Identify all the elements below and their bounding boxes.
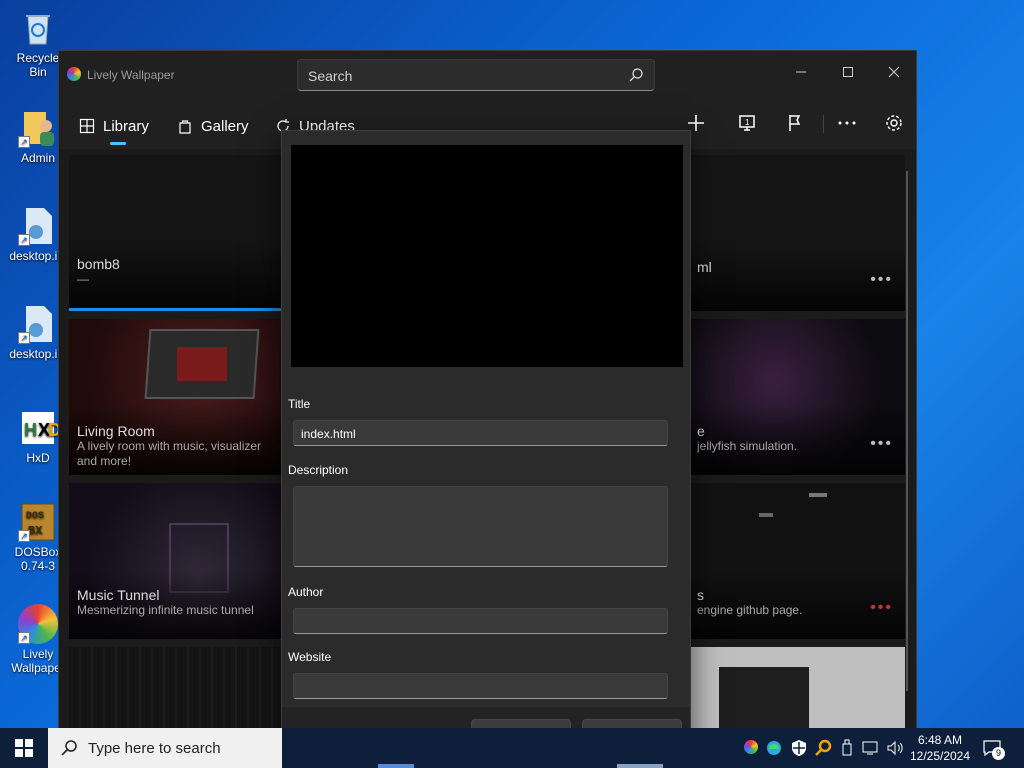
search-input[interactable]: Search bbox=[297, 59, 655, 91]
wallpaper-card[interactable]: e jellyfish simulation. ••• bbox=[689, 319, 905, 475]
description-label: Description bbox=[288, 463, 349, 477]
taskbar-search-placeholder: Type here to search bbox=[88, 740, 221, 757]
search-icon[interactable] bbox=[628, 67, 644, 83]
more-icon[interactable]: ••• bbox=[870, 599, 893, 617]
title-label: Title bbox=[288, 397, 311, 411]
search-placeholder: Search bbox=[308, 68, 353, 84]
more-icon[interactable] bbox=[835, 111, 859, 135]
card-description bbox=[697, 275, 899, 305]
card-description: jellyfish simulation. bbox=[697, 439, 798, 453]
settings-file-icon: ↗ bbox=[18, 206, 58, 246]
search-tool-icon[interactable] bbox=[814, 739, 832, 757]
wallpaper-card[interactable]: ml ••• bbox=[689, 155, 905, 311]
edge-icon[interactable] bbox=[766, 740, 782, 756]
website-field[interactable] bbox=[293, 673, 668, 699]
window-title: Lively Wallpaper bbox=[87, 68, 175, 82]
wallpaper-card[interactable]: bomb8 — bbox=[69, 155, 285, 311]
svg-text:H: H bbox=[24, 420, 37, 440]
svg-text:DOS: DOS bbox=[26, 511, 44, 522]
lively-logo-icon bbox=[67, 67, 81, 81]
card-description: engine github page. bbox=[697, 603, 803, 617]
card-title: ml bbox=[697, 259, 712, 275]
dosbox-icon: DOS BX ↗ bbox=[18, 502, 58, 542]
usb-icon[interactable] bbox=[840, 739, 854, 757]
minimize-button[interactable] bbox=[778, 57, 824, 87]
author-label: Author bbox=[288, 585, 324, 599]
taskbar-clock[interactable]: 6:48 AM 12/25/2024 bbox=[905, 732, 975, 764]
card-description: A lively room with music, visualizer and… bbox=[77, 439, 262, 468]
tab-label: Gallery bbox=[201, 117, 249, 135]
description-field[interactable] bbox=[293, 486, 668, 567]
taskbar-search[interactable]: Type here to search bbox=[48, 728, 282, 768]
card-description bbox=[697, 693, 899, 723]
flag-icon[interactable] bbox=[784, 111, 808, 135]
network-icon[interactable] bbox=[862, 740, 880, 756]
recycle-bin-icon bbox=[18, 8, 58, 48]
grid-icon bbox=[79, 118, 95, 134]
wallpaper-preview bbox=[291, 145, 683, 367]
wallpaper-card[interactable]: Living Room A lively room with music, vi… bbox=[69, 319, 285, 475]
hxd-icon: HXD bbox=[18, 408, 61, 448]
clock-time: 6:48 AM bbox=[917, 733, 963, 747]
notification-center-button[interactable]: 9 bbox=[982, 738, 1005, 760]
title-bar: Lively Wallpaper Search bbox=[59, 51, 916, 97]
tab-gallery[interactable]: Gallery bbox=[177, 111, 249, 141]
card-title: Music Tunnel bbox=[77, 587, 160, 603]
wallpaper-info-dialog: Title index.html Description Author Webs… bbox=[281, 130, 691, 760]
taskbar-app-indicator bbox=[617, 764, 663, 768]
card-description: Mesmerizing infinite music tunnel bbox=[77, 603, 254, 617]
screen-icon[interactable]: 1 bbox=[735, 111, 759, 135]
minimize-icon bbox=[796, 71, 806, 73]
author-field[interactable] bbox=[293, 608, 668, 634]
wallpaper-card[interactable] bbox=[69, 647, 285, 729]
volume-icon[interactable] bbox=[886, 740, 904, 756]
svg-text:D: D bbox=[48, 420, 58, 440]
active-tab-indicator bbox=[109, 142, 126, 145]
more-icon[interactable]: ••• bbox=[870, 435, 893, 453]
maximize-button[interactable] bbox=[825, 57, 871, 87]
more-icon[interactable]: ••• bbox=[870, 271, 893, 289]
notification-badge: 9 bbox=[992, 747, 1005, 760]
taskbar: Type here to search 6:48 AM 12/25/2024 9 bbox=[0, 728, 1024, 768]
maximize-icon bbox=[843, 67, 853, 77]
start-button[interactable] bbox=[0, 728, 48, 768]
toolbar-separator bbox=[823, 115, 824, 133]
card-title: s bbox=[697, 587, 704, 603]
card-description bbox=[77, 693, 279, 723]
website-label: Website bbox=[288, 650, 332, 664]
user-folder-icon: ↗ bbox=[18, 108, 58, 148]
card-title: Living Room bbox=[77, 423, 155, 439]
close-button[interactable] bbox=[871, 57, 917, 87]
search-icon bbox=[61, 740, 77, 756]
title-field[interactable]: index.html bbox=[293, 420, 668, 446]
scrollbar[interactable] bbox=[906, 171, 908, 691]
wallpaper-card[interactable]: s engine github page. ••• bbox=[689, 483, 905, 639]
tab-library[interactable]: Library bbox=[79, 111, 149, 145]
taskbar-app-indicator bbox=[378, 764, 414, 768]
lively-tray-icon[interactable] bbox=[744, 740, 758, 754]
gear-icon[interactable] bbox=[882, 111, 906, 135]
card-title: e bbox=[697, 423, 705, 439]
settings-file-icon: ↗ bbox=[18, 304, 58, 344]
close-icon bbox=[888, 66, 900, 78]
bag-icon bbox=[179, 120, 191, 134]
clock-date: 12/25/2024 bbox=[909, 749, 971, 763]
card-title: bomb8 bbox=[77, 256, 120, 272]
svg-text:BX: BX bbox=[28, 524, 43, 538]
wallpaper-card[interactable] bbox=[689, 647, 905, 729]
tab-label: Library bbox=[103, 117, 149, 135]
wallpaper-card[interactable]: Music Tunnel Mesmerizing infinite music … bbox=[69, 483, 285, 639]
card-description: — bbox=[77, 272, 89, 286]
lively-icon: ↗ bbox=[18, 604, 58, 644]
windows-logo-icon bbox=[15, 739, 33, 757]
security-shield-icon[interactable] bbox=[790, 739, 808, 757]
svg-text:1: 1 bbox=[745, 118, 750, 127]
